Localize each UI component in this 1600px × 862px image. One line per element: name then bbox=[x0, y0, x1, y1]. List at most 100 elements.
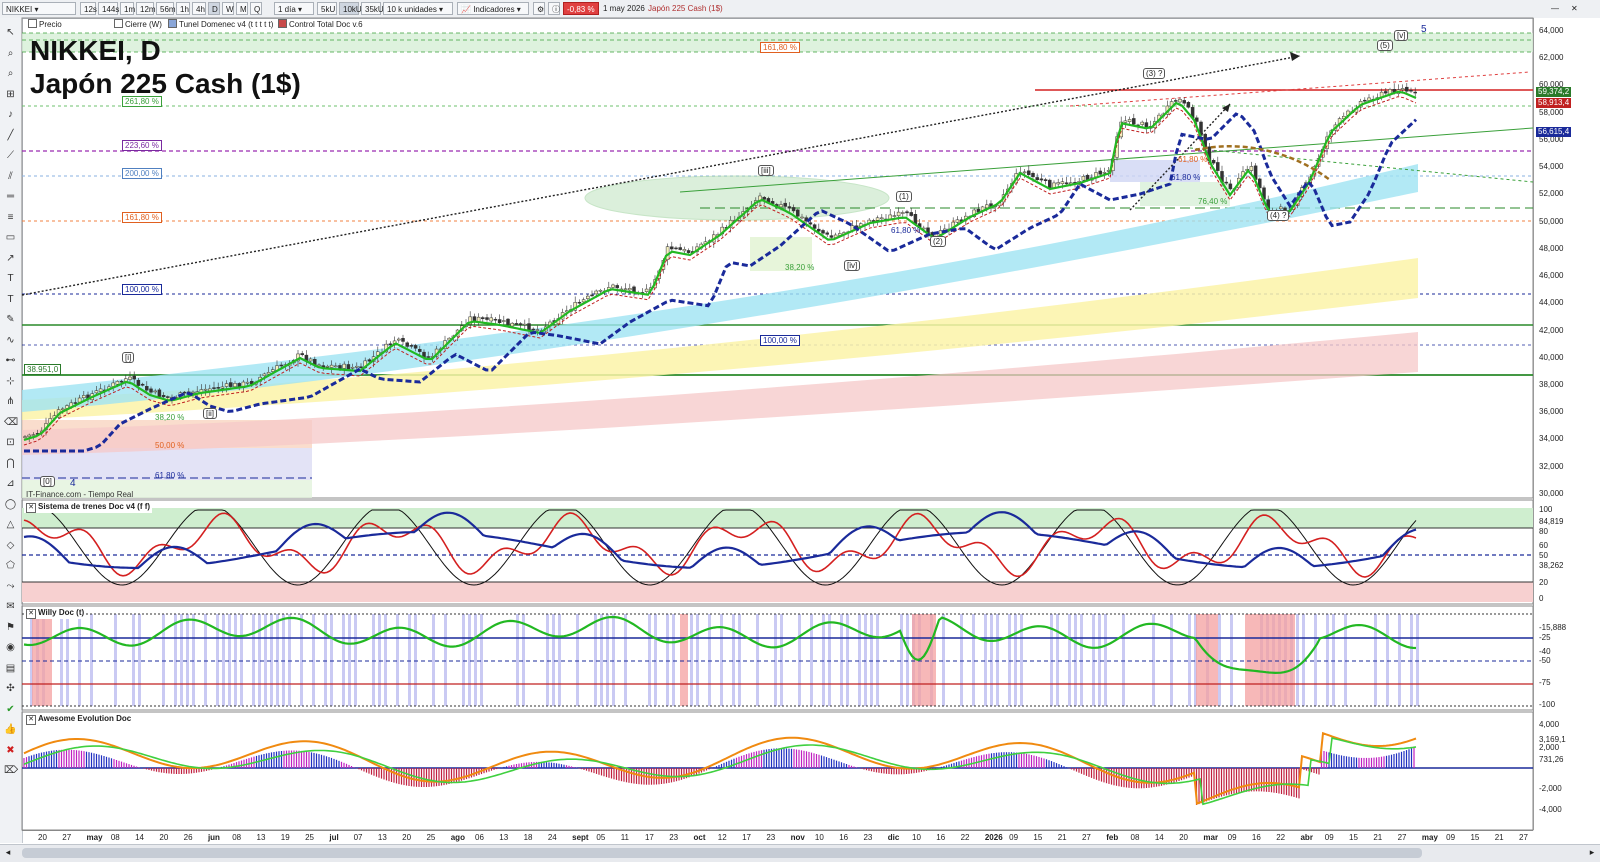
time-tick: abr bbox=[1300, 833, 1313, 842]
willy-bar bbox=[648, 614, 651, 706]
trains-tick: 60 bbox=[1539, 541, 1548, 550]
fib-label: 100,00 % bbox=[760, 335, 800, 346]
ma-green bbox=[23, 90, 1417, 442]
candle-body bbox=[670, 246, 674, 250]
candle-body bbox=[628, 288, 632, 291]
price-tick: 30,000 bbox=[1539, 488, 1564, 498]
trains-tick: 38,262 bbox=[1539, 561, 1564, 570]
candle-body bbox=[161, 395, 166, 398]
willy-bar bbox=[906, 614, 909, 706]
willy-bar bbox=[672, 614, 675, 706]
scroll-left-icon[interactable]: ◂ bbox=[2, 847, 14, 859]
panel-title-willy[interactable]: ✕ Willy Doc (t) bbox=[24, 608, 87, 619]
candle-body bbox=[1405, 86, 1409, 92]
candle-body bbox=[1195, 117, 1199, 122]
candle-body bbox=[1216, 162, 1220, 171]
willy-bar bbox=[858, 614, 861, 706]
candle-body bbox=[892, 215, 897, 217]
willy-bar bbox=[408, 614, 411, 706]
candle-body bbox=[909, 212, 913, 216]
candle-body bbox=[1094, 172, 1098, 177]
willy-tick: -50 bbox=[1539, 656, 1551, 665]
price-tick: 62,000 bbox=[1539, 53, 1564, 63]
willy-bar bbox=[756, 614, 759, 706]
candle-body bbox=[300, 353, 304, 356]
price-axis[interactable]: 64,000 62,000 60,000 58,000 56,000 54,000 52,0… bbox=[1533, 18, 1600, 830]
willy-bar bbox=[1152, 614, 1155, 706]
candle-body bbox=[367, 359, 372, 362]
time-axis[interactable]: 20 27 may 08 14 20 26 jun 08 13 19 25 jul 07 13 20 25 ago… bbox=[22, 830, 1533, 845]
candle-body bbox=[531, 328, 535, 331]
scroll-thumb[interactable] bbox=[22, 848, 1422, 858]
close-panel-icon[interactable]: ✕ bbox=[26, 609, 36, 619]
willy-bar bbox=[252, 614, 255, 706]
candle-body bbox=[212, 387, 216, 389]
price-tick: 34,000 bbox=[1539, 434, 1564, 444]
panel-title-awesome[interactable]: ✕ Awesome Evolution Doc bbox=[24, 714, 134, 725]
candle-body bbox=[481, 317, 485, 320]
candle-body bbox=[111, 382, 115, 387]
candle-body bbox=[796, 209, 800, 217]
wave-label: [i] bbox=[122, 352, 135, 363]
candle-body bbox=[1182, 100, 1186, 104]
candle-body bbox=[359, 366, 363, 368]
time-tick: 09 bbox=[1227, 833, 1237, 842]
candle-body bbox=[308, 358, 313, 362]
price-tag: 59,374,2 bbox=[1536, 87, 1572, 97]
candle-body bbox=[1081, 176, 1086, 181]
wave-label: (1) bbox=[896, 191, 912, 202]
candle-body bbox=[527, 323, 531, 331]
chart-canvas[interactable] bbox=[0, 0, 1600, 861]
candle-body bbox=[1140, 121, 1144, 125]
close-panel-icon[interactable]: ✕ bbox=[26, 715, 36, 725]
candle-body bbox=[1035, 177, 1039, 180]
candle-body bbox=[397, 338, 401, 341]
close-panel-icon[interactable]: ✕ bbox=[26, 503, 36, 513]
candle-body bbox=[880, 217, 884, 220]
willy-tick: -25 bbox=[1539, 633, 1551, 642]
willy-bar bbox=[654, 614, 657, 706]
candle-body bbox=[413, 345, 418, 349]
time-tick: 21 bbox=[1494, 833, 1504, 842]
time-tick: 13 bbox=[256, 833, 266, 842]
time-tick: dic bbox=[887, 833, 900, 842]
price-tick: 54,000 bbox=[1539, 162, 1564, 172]
time-tick: 27 bbox=[1397, 833, 1407, 842]
awesome-tick: 4,000 bbox=[1539, 720, 1560, 729]
willy-bar bbox=[414, 614, 417, 706]
price-tick: 42,000 bbox=[1539, 325, 1564, 335]
willy-bar bbox=[876, 614, 879, 706]
candle-body bbox=[418, 348, 422, 352]
willy-bar bbox=[864, 614, 867, 706]
time-tick: 19 bbox=[280, 833, 290, 842]
candle-body bbox=[594, 290, 598, 295]
time-tick: 14 bbox=[1154, 833, 1164, 842]
willy-bar bbox=[1080, 614, 1083, 706]
candle-body bbox=[145, 386, 149, 391]
willy-bar bbox=[192, 614, 195, 706]
scroll-right-icon[interactable]: ▸ bbox=[1586, 847, 1598, 859]
time-tick: 24 bbox=[547, 833, 557, 842]
candle-body bbox=[1367, 97, 1371, 101]
willy-bar bbox=[828, 614, 831, 706]
candle-body bbox=[128, 376, 132, 380]
candle-body bbox=[905, 211, 909, 214]
time-tick: 07 bbox=[353, 833, 363, 842]
time-tick: feb bbox=[1106, 833, 1119, 842]
candle-body bbox=[779, 204, 783, 208]
willy-bar bbox=[186, 614, 189, 706]
candle-body bbox=[1178, 99, 1182, 103]
willy-bar bbox=[468, 614, 471, 706]
candle-body bbox=[812, 224, 817, 229]
willy-bar bbox=[546, 614, 549, 706]
chart-scrollbar[interactable]: ◂ ▸ bbox=[0, 844, 1600, 862]
panel-title-trains[interactable]: ✕ Sistema de trenes Doc v4 (f f) bbox=[24, 502, 153, 513]
willy-bar bbox=[138, 614, 141, 706]
time-tick: 13 bbox=[499, 833, 509, 842]
time-tick: may bbox=[86, 833, 103, 842]
trains-tick: 20 bbox=[1539, 578, 1548, 587]
willy-bar bbox=[576, 614, 579, 706]
willy-bar bbox=[180, 614, 183, 706]
time-tick: 23 bbox=[669, 833, 679, 842]
candle-body bbox=[1060, 181, 1065, 185]
